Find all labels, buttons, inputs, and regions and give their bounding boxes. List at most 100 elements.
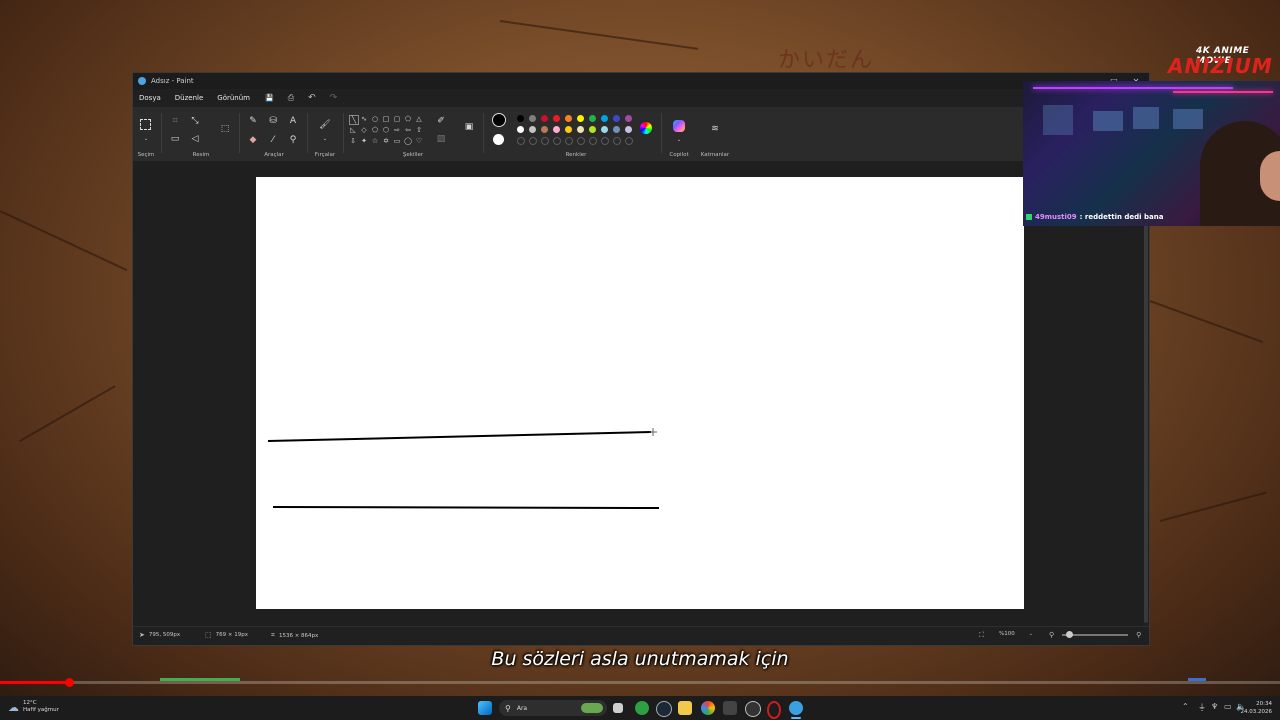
custom-color-slot[interactable]: [517, 137, 525, 145]
paint-taskbar-icon[interactable]: [789, 701, 803, 715]
color-swatch[interactable]: [589, 126, 596, 133]
weather-widget[interactable]: ☁ 12°C Hafif yağmur: [8, 700, 59, 714]
eraser-icon[interactable]: ◆: [247, 134, 259, 146]
right-triangle-shape-icon[interactable]: ◺: [349, 126, 357, 134]
heart-shape-icon[interactable]: ♡: [415, 137, 423, 145]
edit-colors-icon[interactable]: [640, 122, 652, 134]
five-point-star-shape-icon[interactable]: ☆: [371, 137, 379, 145]
custom-color-slot[interactable]: [577, 137, 585, 145]
left-arrow-shape-icon[interactable]: ⇦: [404, 126, 412, 134]
select-rectangle-icon[interactable]: [140, 119, 151, 130]
curve-shape-icon[interactable]: ∿: [360, 115, 368, 123]
color-swatch[interactable]: [601, 126, 608, 133]
color-swatch[interactable]: [613, 126, 620, 133]
color-picker-icon[interactable]: ⁄: [267, 134, 279, 146]
zoom-out-icon[interactable]: ⚲: [1049, 631, 1054, 639]
outline-icon[interactable]: ✐: [435, 115, 447, 127]
color-swatch[interactable]: [601, 115, 608, 122]
rounded-rectangle-shape-icon[interactable]: ▢: [393, 115, 401, 123]
pencil-icon[interactable]: ✎: [247, 115, 259, 127]
save-icon[interactable]: 💾: [265, 94, 274, 102]
file-explorer-icon[interactable]: [678, 701, 692, 715]
color-swatch[interactable]: [589, 115, 596, 122]
menu-view[interactable]: Görünüm: [217, 94, 250, 102]
usb-icon[interactable]: ♆: [1211, 702, 1218, 711]
steam-icon[interactable]: [656, 701, 672, 717]
color-swatch[interactable]: [565, 126, 572, 133]
custom-color-slot[interactable]: [529, 137, 537, 145]
zoom-value[interactable]: %100: [999, 631, 1015, 637]
color-swatch[interactable]: [625, 126, 632, 133]
obs-icon[interactable]: [745, 701, 761, 717]
windows-start-icon[interactable]: [478, 701, 492, 715]
right-arrow-shape-icon[interactable]: ⇨: [393, 126, 401, 134]
polygon-shape-icon[interactable]: ⬠: [404, 115, 412, 123]
callout-rect-shape-icon[interactable]: ▭: [393, 137, 401, 145]
fit-to-window[interactable]: ⛶: [979, 631, 984, 640]
color-swatch[interactable]: [565, 115, 572, 122]
line-shape-icon[interactable]: ╲: [349, 115, 359, 125]
fill-style-icon[interactable]: ▨: [435, 133, 447, 145]
opera-icon[interactable]: [767, 701, 781, 719]
video-progress-bar[interactable]: [0, 678, 1280, 687]
six-point-star-shape-icon[interactable]: ✡: [382, 137, 390, 145]
color-swatch[interactable]: [541, 115, 548, 122]
text-icon[interactable]: A: [287, 115, 299, 127]
fill-icon[interactable]: ⛁: [267, 115, 279, 127]
menu-file[interactable]: Dosya: [139, 94, 161, 102]
video-progress-knob[interactable]: [65, 678, 75, 687]
undo-icon[interactable]: ↶: [308, 93, 316, 103]
down-arrow-shape-icon[interactable]: ⇩: [349, 137, 357, 145]
zoom-slider-knob[interactable]: [1066, 631, 1074, 638]
color-swatch[interactable]: [577, 115, 584, 122]
color-swatch[interactable]: [553, 126, 560, 133]
color-swatch[interactable]: [541, 126, 548, 133]
magnifier-icon[interactable]: ⚲: [287, 134, 299, 146]
color-swatch[interactable]: [625, 115, 632, 122]
chevron-down-icon[interactable]: ⌄: [1029, 631, 1033, 637]
pentagon-shape-icon[interactable]: ⬠: [371, 126, 379, 134]
up-arrow-shape-icon[interactable]: ⇧: [415, 126, 423, 134]
brush-icon[interactable]: 🖌: [319, 119, 331, 131]
menu-edit[interactable]: Düzenle: [175, 94, 204, 102]
chevron-up-icon[interactable]: ⌃: [1182, 702, 1189, 711]
color-swatch[interactable]: [613, 115, 620, 122]
task-view-icon[interactable]: [613, 703, 623, 713]
taskbar-search[interactable]: ⚲ Ara: [499, 700, 607, 716]
copilot-icon[interactable]: [673, 120, 685, 132]
custom-color-slot[interactable]: [601, 137, 609, 145]
primary-color[interactable]: [492, 113, 506, 127]
four-point-star-shape-icon[interactable]: ✦: [360, 137, 368, 145]
app-icon[interactable]: [723, 701, 737, 715]
custom-color-slot[interactable]: [625, 137, 633, 145]
diamond-shape-icon[interactable]: ◇: [360, 126, 368, 134]
custom-color-slot[interactable]: [589, 137, 597, 145]
resize-icon[interactable]: ⤡: [189, 115, 201, 127]
custom-color-slot[interactable]: [541, 137, 549, 145]
secondary-color[interactable]: [493, 134, 504, 145]
redo-icon[interactable]: ↷: [330, 93, 338, 103]
callout-oval-shape-icon[interactable]: ◯: [404, 137, 412, 145]
xbox-icon[interactable]: [635, 701, 649, 715]
color-swatch[interactable]: [517, 126, 524, 133]
custom-color-slot[interactable]: [613, 137, 621, 145]
vertical-scrollbar[interactable]: [1144, 163, 1148, 623]
fit-window-icon[interactable]: ⛶: [979, 631, 984, 640]
chrome-icon[interactable]: [701, 701, 715, 715]
zoom-in-icon[interactable]: ⚲: [1136, 631, 1141, 639]
network-icon[interactable]: ▭: [1224, 702, 1232, 711]
microphone-icon[interactable]: ⏚: [1198, 702, 1206, 713]
rotate-icon[interactable]: ◁: [189, 133, 201, 145]
triangle-shape-icon[interactable]: △: [415, 115, 423, 123]
color-swatch[interactable]: [577, 126, 584, 133]
chevron-down-icon[interactable]: ⌄: [673, 134, 685, 146]
chevron-down-icon[interactable]: ⌄: [140, 133, 152, 145]
rectangle-shape-icon[interactable]: □: [382, 115, 390, 123]
custom-color-slot[interactable]: [565, 137, 573, 145]
zoom-dropdown[interactable]: %100 ⌄: [999, 631, 1039, 637]
color-swatch[interactable]: [529, 115, 536, 122]
chevron-down-icon[interactable]: ⌄: [319, 133, 331, 145]
shape-fill-toggle-icon[interactable]: ▣: [463, 121, 475, 133]
clock[interactable]: 20:34 24.03.2026: [1241, 700, 1273, 716]
color-swatch[interactable]: [553, 115, 560, 122]
